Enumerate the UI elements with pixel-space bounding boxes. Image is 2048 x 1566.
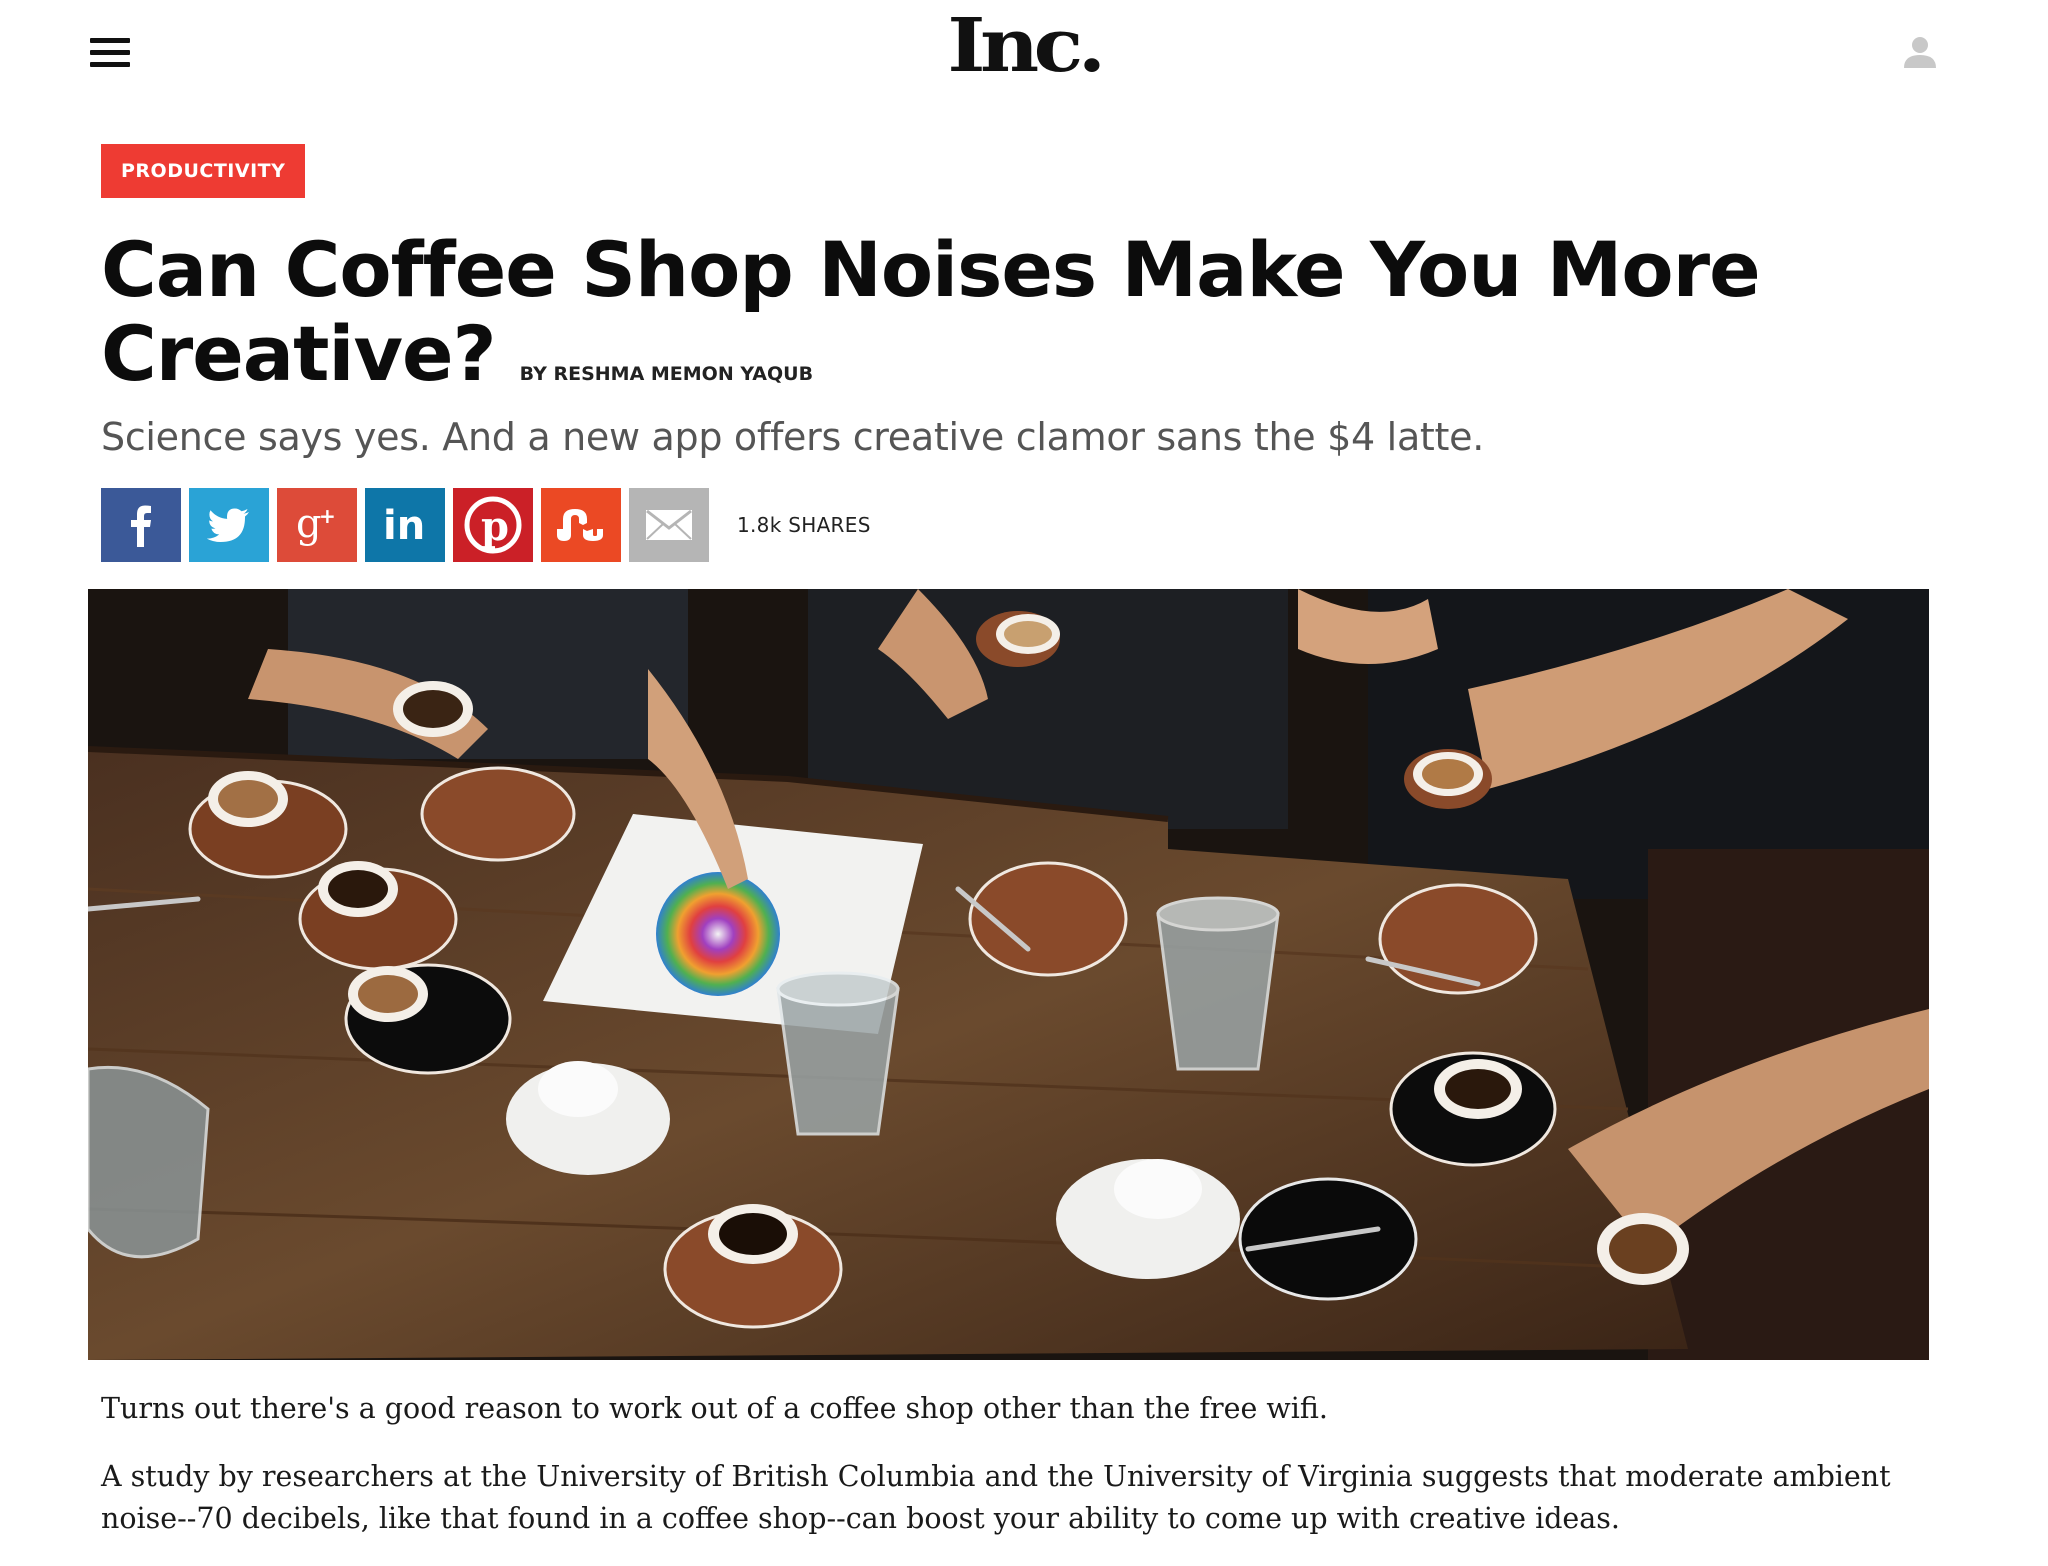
email-share-button[interactable] [629, 488, 709, 562]
svg-text:p: p [481, 503, 509, 550]
headline-text: Can Coffee Shop Noises Make You More Cre… [101, 225, 1761, 398]
google-plus-icon: g + [296, 503, 336, 547]
user-account-icon[interactable] [1900, 32, 1940, 72]
linkedin-icon: in [383, 505, 425, 545]
article-subhead: Science says yes. And a new app offers c… [101, 415, 1484, 459]
pinterest-share-button[interactable]: p [453, 488, 533, 562]
coffee-tasting-photo [88, 589, 1929, 1360]
stumbleupon-icon [557, 509, 603, 541]
facebook-share-button[interactable] [101, 488, 181, 562]
svg-text:+: + [319, 504, 336, 528]
byline: BY RESHMA MEMON YAQUB [520, 363, 813, 385]
svg-text:in: in [383, 505, 425, 545]
twitter-share-button[interactable] [189, 488, 269, 562]
share-bar: g + in p 1.8k SHARES [101, 488, 871, 562]
article-body: Turns out there's a good reason to work … [101, 1388, 1901, 1566]
share-count: 1.8k SHARES [737, 513, 871, 537]
twitter-icon [207, 508, 249, 542]
author-link[interactable]: RESHMA MEMON YAQUB [553, 363, 813, 385]
byline-prefix: BY [519, 363, 547, 385]
linkedin-share-button[interactable]: in [365, 488, 445, 562]
svg-text:g: g [296, 503, 322, 547]
stumbleupon-share-button[interactable] [541, 488, 621, 562]
site-header: Inc. [0, 0, 2048, 100]
article-paragraph: Turns out there's a good reason to work … [101, 1392, 1328, 1425]
email-icon [646, 509, 692, 540]
google-plus-share-button[interactable]: g + [277, 488, 357, 562]
hero-image [88, 589, 1929, 1360]
site-logo[interactable]: Inc. [0, 6, 2048, 86]
category-badge[interactable]: PRODUCTIVITY [101, 144, 306, 198]
facebook-icon [131, 505, 151, 547]
article-paragraph: A study by researchers at the University… [101, 1460, 1891, 1535]
pinterest-icon: p [464, 496, 522, 554]
article-headline: Can Coffee Shop Noises Make You More Cre… [101, 228, 1861, 416]
